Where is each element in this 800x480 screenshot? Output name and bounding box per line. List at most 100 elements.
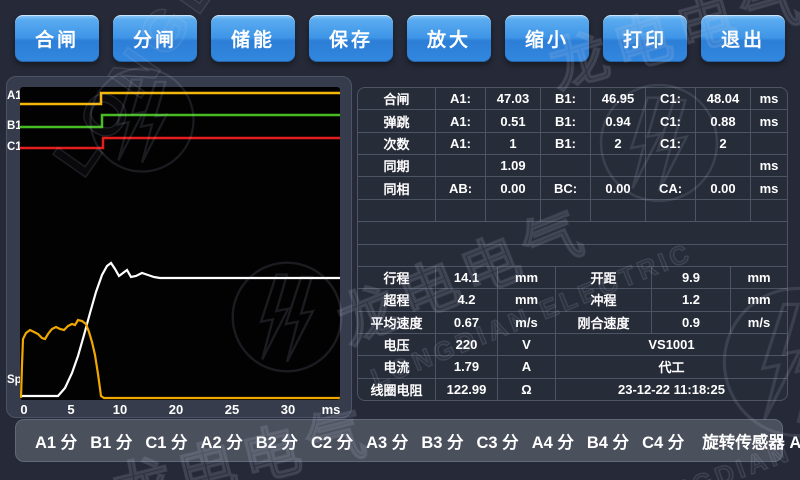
table-row: 电压220VVS1001 [358,334,787,356]
channel-label-a1: A1 [7,90,20,102]
table-row: 超程4.2mm冲程1.2mm [358,289,787,311]
x-tick-10: 10 [113,402,127,417]
contact-state-a3: A3 分 [366,429,408,453]
table-row: 平均速度0.67m/s刚合速度0.9m/s [358,312,787,334]
table-cell: 1.2 [652,289,731,310]
table-cell: 刚合速度 [556,312,652,333]
contact-C1-waveform [20,138,340,148]
table-cell: ms [751,110,787,131]
table-cell: 23-12-22 11:18:25 [556,379,787,400]
channel-label-c1: C1 [7,141,20,153]
table-cell [358,245,787,266]
table-cell: 线圈电阻 [358,379,436,400]
table-cell: 0.9 [652,312,731,333]
channel-label-b1: B1 [7,120,20,132]
contact-B1-waveform [20,115,340,127]
table-cell: BC: [541,177,591,198]
contact-state-a1: A1 分 [35,429,77,453]
table-cell [591,155,646,176]
table-cell [541,200,591,221]
x-tick-0: 0 [20,402,27,417]
table-cell: ms [751,177,787,198]
table-row [358,245,787,267]
speed-label: Sp [7,374,20,386]
table-cell: m/s [731,312,787,333]
table-cell [696,200,751,221]
table-cell: 220 [436,334,498,355]
table-cell [751,133,787,154]
contact-state-c2: C2 分 [311,429,353,453]
table-cell: A1: [436,110,486,131]
table-cell: 1.79 [436,356,498,377]
exit-button[interactable]: 退出 [701,15,785,62]
table-cell: 平均速度 [358,312,436,333]
table-cell: 1 [486,133,541,154]
table-cell: ms [751,155,787,176]
table-cell: ms [751,88,787,109]
x-tick-30: 30 [281,402,295,417]
table-cell: 2 [696,133,751,154]
table-row [358,222,787,244]
table-cell: 开距 [556,267,652,288]
close-switch-button[interactable]: 合闸 [15,15,99,62]
table-cell: 同相 [358,177,436,198]
table-cell: 4.2 [436,289,498,310]
table-cell: 电压 [358,334,436,355]
table-row [358,200,787,222]
table-cell: 48.04 [696,88,751,109]
table-cell: A1: [436,133,486,154]
table-cell: C1: [646,88,696,109]
table-cell: V [498,334,556,355]
table-cell [591,200,646,221]
table-cell: mm [498,289,556,310]
table-cell: C1: [646,133,696,154]
table-cell [436,200,486,221]
x-axis-unit: ms [322,402,341,417]
table-cell: 行程 [358,267,436,288]
table-cell [436,155,486,176]
table-cell: 122.99 [436,379,498,400]
waveform-panel: A1 B1 C1 Sp 0 5 10 20 25 30 ms [6,76,352,418]
table-cell: 47.03 [486,88,541,109]
waveform-plot [20,87,340,400]
zoom-out-button[interactable]: 缩小 [505,15,589,62]
table-cell [646,200,696,221]
contact-state-b4: B4 分 [587,429,629,453]
x-tick-5: 5 [67,402,74,417]
table-cell: 0.00 [696,177,751,198]
contact-state-b2: B2 分 [256,429,298,453]
table-row: 合闸A1:47.03B1:46.95C1:48.04ms [358,88,787,110]
contact-state-b1: B1 分 [90,429,132,453]
contact-state-c3: C3 分 [477,429,519,453]
table-row: 次数A1:1B1:2C1:2 [358,133,787,155]
table-cell: 同期 [358,155,436,176]
energy-storage-button[interactable]: 储能 [211,15,295,62]
contact-state-b3: B3 分 [421,429,463,453]
print-button[interactable]: 打印 [603,15,687,62]
table-cell: 0.88 [696,110,751,131]
table-cell: 0.00 [591,177,646,198]
table-cell: 2 [591,133,646,154]
table-cell: 电流 [358,356,436,377]
table-cell: mm [731,267,787,288]
contact-status-bar: A1 分 B1 分 C1 分 A2 分 B2 分 C2 分 A3 分 B3 分 … [15,419,783,462]
zoom-in-button[interactable]: 放大 [407,15,491,62]
table-cell: B1: [541,88,591,109]
table-cell: C1: [646,110,696,131]
table-cell: 0.94 [591,110,646,131]
table-cell: B1: [541,133,591,154]
table-cell: 冲程 [556,289,652,310]
table-cell: 合闸 [358,88,436,109]
table-cell [358,222,787,243]
table-row: 线圈电阻122.99Ω23-12-22 11:18:25 [358,379,787,400]
save-button[interactable]: 保存 [309,15,393,62]
table-cell: B1: [541,110,591,131]
open-switch-button[interactable]: 分闸 [113,15,197,62]
table-row: 电流1.79A代工 [358,356,787,378]
contact-state-a2: A2 分 [201,429,243,453]
table-cell: 0.00 [486,177,541,198]
speed-curve-waveform [21,320,340,398]
table-cell [358,200,436,221]
table-cell [646,155,696,176]
table-cell: A [498,356,556,377]
